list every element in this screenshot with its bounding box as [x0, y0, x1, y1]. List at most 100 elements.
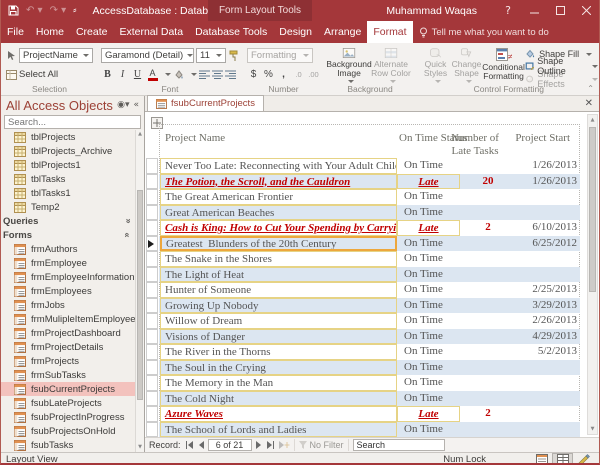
table-row[interactable]: Azure WavesLate2 — [159, 406, 580, 422]
cell-late-tasks[interactable] — [460, 205, 516, 221]
scroll-thumb[interactable] — [137, 190, 143, 400]
close-button[interactable] — [573, 0, 599, 21]
table-row[interactable]: Visions of DangerOn Time4/29/2013 — [159, 329, 580, 345]
cell-project-start[interactable]: 3/29/2013 — [516, 298, 578, 314]
record-selector[interactable] — [146, 205, 158, 221]
form-view-button[interactable] — [531, 453, 552, 465]
font-size-combo[interactable]: 11 — [196, 48, 226, 63]
sidebar-item-tbltasks[interactable]: tblTasks — [1, 172, 144, 186]
cell-project-name[interactable]: Azure Waves — [160, 406, 397, 422]
sidebar-item-frmemployeeinformation[interactable]: frmEmployeeInformation — [1, 270, 144, 284]
sidebar-scrollbar[interactable]: ▲ ▼ — [135, 130, 144, 452]
sidebar-item-tbltasks1[interactable]: tblTasks1 — [1, 186, 144, 200]
sidebar-item-frmmulipleitememployee[interactable]: frmMulipleItemEmployee — [1, 312, 144, 326]
menu-tab-home[interactable]: Home — [30, 21, 70, 43]
menu-tab-design[interactable]: Design — [273, 21, 318, 43]
cell-late-tasks[interactable] — [460, 360, 516, 376]
sidebar-section-forms[interactable]: Forms« — [1, 228, 144, 242]
record-selector[interactable] — [146, 391, 158, 407]
cell-project-start[interactable] — [516, 375, 578, 391]
comma-format-button[interactable]: , — [277, 67, 290, 82]
table-row[interactable]: The Great American FrontierOn Time — [159, 189, 580, 205]
cell-project-name[interactable]: Visions of Danger — [160, 329, 397, 345]
cell-late-tasks[interactable] — [460, 329, 516, 345]
cell-on-time-status[interactable]: On Time — [397, 251, 460, 267]
sidebar-item-frmjobs[interactable]: frmJobs — [1, 298, 144, 312]
next-record-button[interactable] — [256, 441, 262, 449]
shutter-close-icon[interactable]: « — [133, 100, 139, 110]
cell-late-tasks[interactable]: 2 — [460, 220, 516, 236]
cell-on-time-status[interactable]: On Time — [397, 298, 460, 314]
column-header-project-start[interactable]: Project Start — [502, 132, 570, 145]
column-header-project-name[interactable]: Project Name — [165, 132, 225, 145]
font-name-combo[interactable]: Garamond (Detail) — [101, 48, 194, 63]
last-record-button[interactable] — [266, 441, 275, 449]
cell-project-start[interactable] — [516, 251, 578, 267]
menu-tab-format[interactable]: Format — [367, 21, 412, 43]
cell-project-name[interactable]: Great American Beaches — [160, 205, 397, 221]
cell-on-time-status[interactable]: On Time — [397, 422, 460, 438]
maximize-button[interactable] — [547, 0, 573, 21]
help-button[interactable]: ? — [495, 0, 521, 21]
align-right-icon[interactable] — [225, 70, 236, 79]
cell-project-start[interactable] — [516, 189, 578, 205]
sidebar-item-fsubtasks[interactable]: fsubTasks — [1, 438, 144, 452]
menu-tab-file[interactable]: File — [1, 21, 30, 43]
bold-button[interactable]: B — [101, 67, 114, 82]
align-left-icon[interactable] — [199, 70, 210, 79]
cell-on-time-status[interactable]: On Time — [397, 329, 460, 345]
save-icon[interactable] — [8, 5, 19, 16]
cell-late-tasks[interactable] — [460, 282, 516, 298]
cell-project-start[interactable] — [516, 422, 578, 438]
cell-project-name[interactable]: The River in the Thorns — [160, 344, 397, 360]
sidebar-item-frmemployee[interactable]: frmEmployee — [1, 256, 144, 270]
scroll-thumb[interactable] — [589, 127, 596, 292]
currency-format-button[interactable]: $ — [247, 67, 260, 82]
sidebar-item-frmauthors[interactable]: frmAuthors — [1, 242, 144, 256]
cell-late-tasks[interactable] — [460, 313, 516, 329]
underline-button[interactable]: U — [131, 67, 144, 82]
record-selector[interactable] — [146, 344, 158, 360]
minimize-button[interactable] — [521, 0, 547, 21]
cell-project-start[interactable] — [516, 360, 578, 376]
chevron-up-icon[interactable]: « — [122, 232, 132, 237]
cell-late-tasks[interactable]: 2 — [460, 406, 516, 422]
sidebar-section-queries[interactable]: Queries« — [1, 214, 144, 228]
record-selector[interactable] — [146, 282, 158, 298]
align-center-icon[interactable] — [212, 70, 223, 79]
record-selector[interactable] — [146, 158, 158, 174]
cell-project-name[interactable]: Cash is King: How to Cut Your Spending b… — [160, 220, 397, 236]
cell-project-name[interactable]: Willow of Dream — [160, 313, 397, 329]
nav-search-input[interactable] — [5, 117, 143, 128]
cell-project-name[interactable]: The Potion, the Scroll, and the Cauldron — [160, 174, 397, 190]
cell-project-name[interactable]: Growing Up Nobody — [160, 298, 397, 314]
sidebar-item-fsublateprojects[interactable]: fsubLateProjects — [1, 396, 144, 410]
table-row[interactable]: The Memory in the ManOn Time — [159, 375, 580, 391]
scroll-up-icon[interactable]: ▲ — [588, 115, 597, 125]
cell-on-time-status[interactable]: On Time — [397, 391, 460, 407]
cell-project-start[interactable] — [516, 267, 578, 283]
cell-late-tasks[interactable] — [460, 236, 516, 252]
sidebar-item-fsubprojectinprogress[interactable]: fsubProjectInProgress — [1, 410, 144, 424]
cell-project-name[interactable]: The Light of Heat — [160, 267, 397, 283]
sidebar-item-frmsubtasks[interactable]: frmSubTasks — [1, 368, 144, 382]
table-row[interactable]: The River in the ThornsOn Time5/2/2013 — [159, 344, 580, 360]
cell-project-name[interactable]: The Snake in the Shores — [160, 251, 397, 267]
sidebar-item-frmprojectdashboard[interactable]: frmProjectDashboard — [1, 326, 144, 340]
cell-late-tasks[interactable] — [460, 375, 516, 391]
table-row[interactable]: The Cold NightOn Time — [159, 391, 580, 407]
cell-on-time-status[interactable]: Late — [397, 406, 460, 422]
cell-on-time-status[interactable]: On Time — [397, 375, 460, 391]
chevron-down-icon[interactable] — [165, 73, 171, 76]
record-search-input[interactable] — [353, 439, 445, 451]
cell-project-name[interactable]: Greatest Blunders of the 20th Century — [160, 236, 397, 252]
record-selector[interactable] — [146, 298, 158, 314]
table-row[interactable]: Cash is King: How to Cut Your Spending b… — [159, 220, 580, 236]
form-scrollbar[interactable]: ▲ ▼ — [587, 114, 598, 435]
cell-on-time-status[interactable]: On Time — [397, 205, 460, 221]
percent-format-button[interactable]: % — [262, 67, 275, 82]
table-row[interactable]: The Snake in the ShoresOn Time — [159, 251, 580, 267]
table-row[interactable]: Never Too Late: Reconnecting with Your A… — [159, 158, 580, 174]
cell-project-start[interactable] — [516, 391, 578, 407]
record-position-box[interactable]: 6 of 21 — [208, 439, 252, 451]
